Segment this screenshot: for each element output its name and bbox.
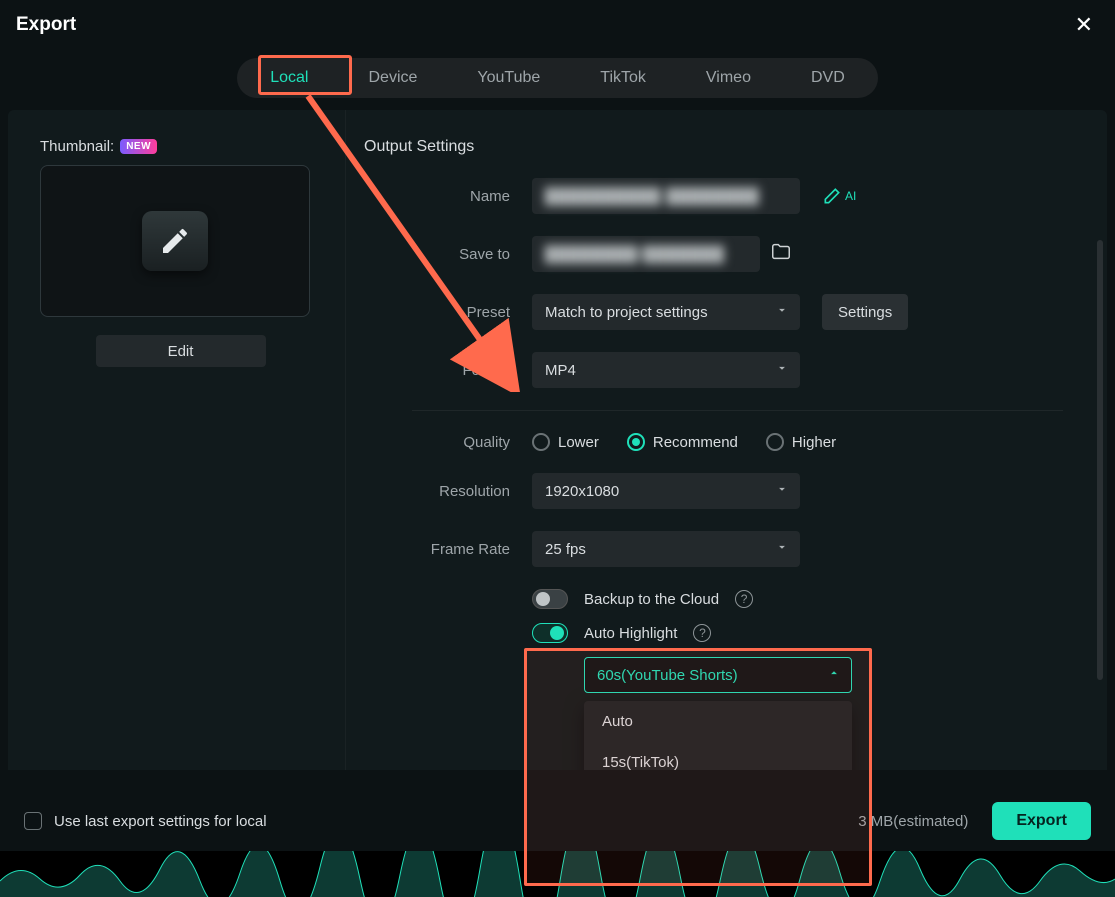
output-settings-title: Output Settings [364, 138, 1063, 156]
name-label: Name [362, 188, 532, 205]
quality-lower-radio[interactable]: Lower [532, 433, 599, 451]
use-last-settings-row: Use last export settings for local [24, 812, 267, 830]
thumbnail-placeholder [142, 211, 208, 271]
export-tabs: Local Device YouTube TikTok Vimeo DVD [237, 58, 878, 98]
save-to-row: Save to ████████/███████ [362, 236, 1063, 272]
preset-settings-button[interactable]: Settings [822, 294, 908, 330]
format-select[interactable]: MP4 [532, 352, 800, 388]
auto-highlight-toggle[interactable] [532, 623, 568, 643]
cloud-backup-label: Backup to the Cloud [584, 591, 719, 608]
save-to-input[interactable]: ████████/███████ [532, 236, 760, 272]
browse-folder-button[interactable] [770, 241, 792, 268]
format-row: Format MP4 [362, 352, 1063, 388]
quality-row: Quality Lower Recommend Higher [362, 433, 1063, 451]
output-settings-panel: Output Settings Name ██████████ ████████… [346, 110, 1099, 770]
auto-highlight-label: Auto Highlight [584, 625, 677, 642]
framerate-label: Frame Rate [362, 541, 532, 558]
preset-select[interactable]: Match to project settings [532, 294, 800, 330]
chevron-down-icon [775, 482, 789, 500]
resolution-select[interactable]: 1920x1080 [532, 473, 800, 509]
close-button[interactable]: ✕ [1069, 10, 1099, 40]
window-title: Export [16, 14, 76, 36]
chevron-up-icon [827, 666, 841, 684]
thumbnail-panel: Thumbnail: NEW Edit [16, 110, 346, 770]
title-bar: Export ✕ [0, 0, 1115, 44]
cloud-help-icon[interactable]: ? [735, 590, 753, 608]
preset-row: Preset Match to project settings Setting… [362, 294, 1063, 330]
framerate-row: Frame Rate 25 fps [362, 531, 1063, 567]
quality-label: Quality [362, 434, 532, 451]
tab-tiktok[interactable]: TikTok [570, 61, 676, 95]
quality-higher-radio[interactable]: Higher [766, 433, 836, 451]
thumbnail-preview[interactable] [40, 165, 310, 317]
tab-local[interactable]: Local [240, 61, 338, 95]
thumbnail-label: Thumbnail: [40, 138, 114, 155]
dd-option-15s[interactable]: 15s(TikTok) [584, 742, 852, 770]
waveform-icon [0, 851, 1115, 897]
cloud-backup-toggle[interactable] [532, 589, 568, 609]
tab-device[interactable]: Device [338, 61, 447, 95]
auto-highlight-help-icon[interactable]: ? [693, 624, 711, 642]
framerate-select[interactable]: 25 fps [532, 531, 800, 567]
quality-radios: Lower Recommend Higher [532, 433, 836, 451]
auto-highlight-dropdown: Auto 15s(TikTok) 60s(YouTube Shorts) [584, 701, 852, 770]
auto-highlight-picker: 60s(YouTube Shorts) Auto 15s(TikTok) 60s… [532, 657, 1063, 770]
save-to-label: Save to [362, 246, 532, 263]
pencil-ai-icon [822, 186, 842, 206]
size-estimate: 3 MB(estimated) [858, 813, 968, 830]
chevron-down-icon [775, 303, 789, 321]
name-row: Name ██████████ ████████ AI [362, 178, 1063, 214]
divider [412, 410, 1063, 411]
auto-highlight-row: Auto Highlight ? [532, 623, 1063, 643]
format-label: Format [362, 362, 532, 379]
folder-icon [770, 241, 792, 263]
tab-vimeo[interactable]: Vimeo [676, 61, 781, 95]
timeline-waveform [0, 851, 1115, 897]
quality-recommend-radio[interactable]: Recommend [627, 433, 738, 451]
chevron-down-icon [775, 361, 789, 379]
edit-thumbnail-button[interactable]: Edit [96, 335, 266, 367]
export-button[interactable]: Export [992, 802, 1091, 840]
name-input[interactable]: ██████████ ████████ [532, 178, 800, 214]
auto-highlight-select[interactable]: 60s(YouTube Shorts) [584, 657, 852, 693]
ai-name-button[interactable]: AI [822, 186, 856, 206]
panel-scrollbar[interactable] [1097, 240, 1103, 680]
preset-label: Preset [362, 304, 532, 321]
tab-youtube[interactable]: YouTube [447, 61, 570, 95]
cloud-backup-row: Backup to the Cloud ? [532, 589, 1063, 609]
new-badge: NEW [120, 139, 157, 154]
use-last-settings-label: Use last export settings for local [54, 813, 267, 830]
pencil-icon [159, 225, 191, 257]
tab-dvd[interactable]: DVD [781, 61, 875, 95]
chevron-down-icon [775, 540, 789, 558]
tabs-container: Local Device YouTube TikTok Vimeo DVD [0, 58, 1115, 98]
dd-option-auto[interactable]: Auto [584, 701, 852, 742]
dialog-footer: Use last export settings for local 3 MB(… [0, 791, 1115, 851]
resolution-row: Resolution 1920x1080 [362, 473, 1063, 509]
resolution-label: Resolution [362, 483, 532, 500]
dialog-body: Thumbnail: NEW Edit Output Settings Name… [8, 110, 1107, 770]
use-last-settings-checkbox[interactable] [24, 812, 42, 830]
export-dialog: Export ✕ Local Device YouTube TikTok Vim… [0, 0, 1115, 897]
thumbnail-label-row: Thumbnail: NEW [40, 138, 321, 155]
